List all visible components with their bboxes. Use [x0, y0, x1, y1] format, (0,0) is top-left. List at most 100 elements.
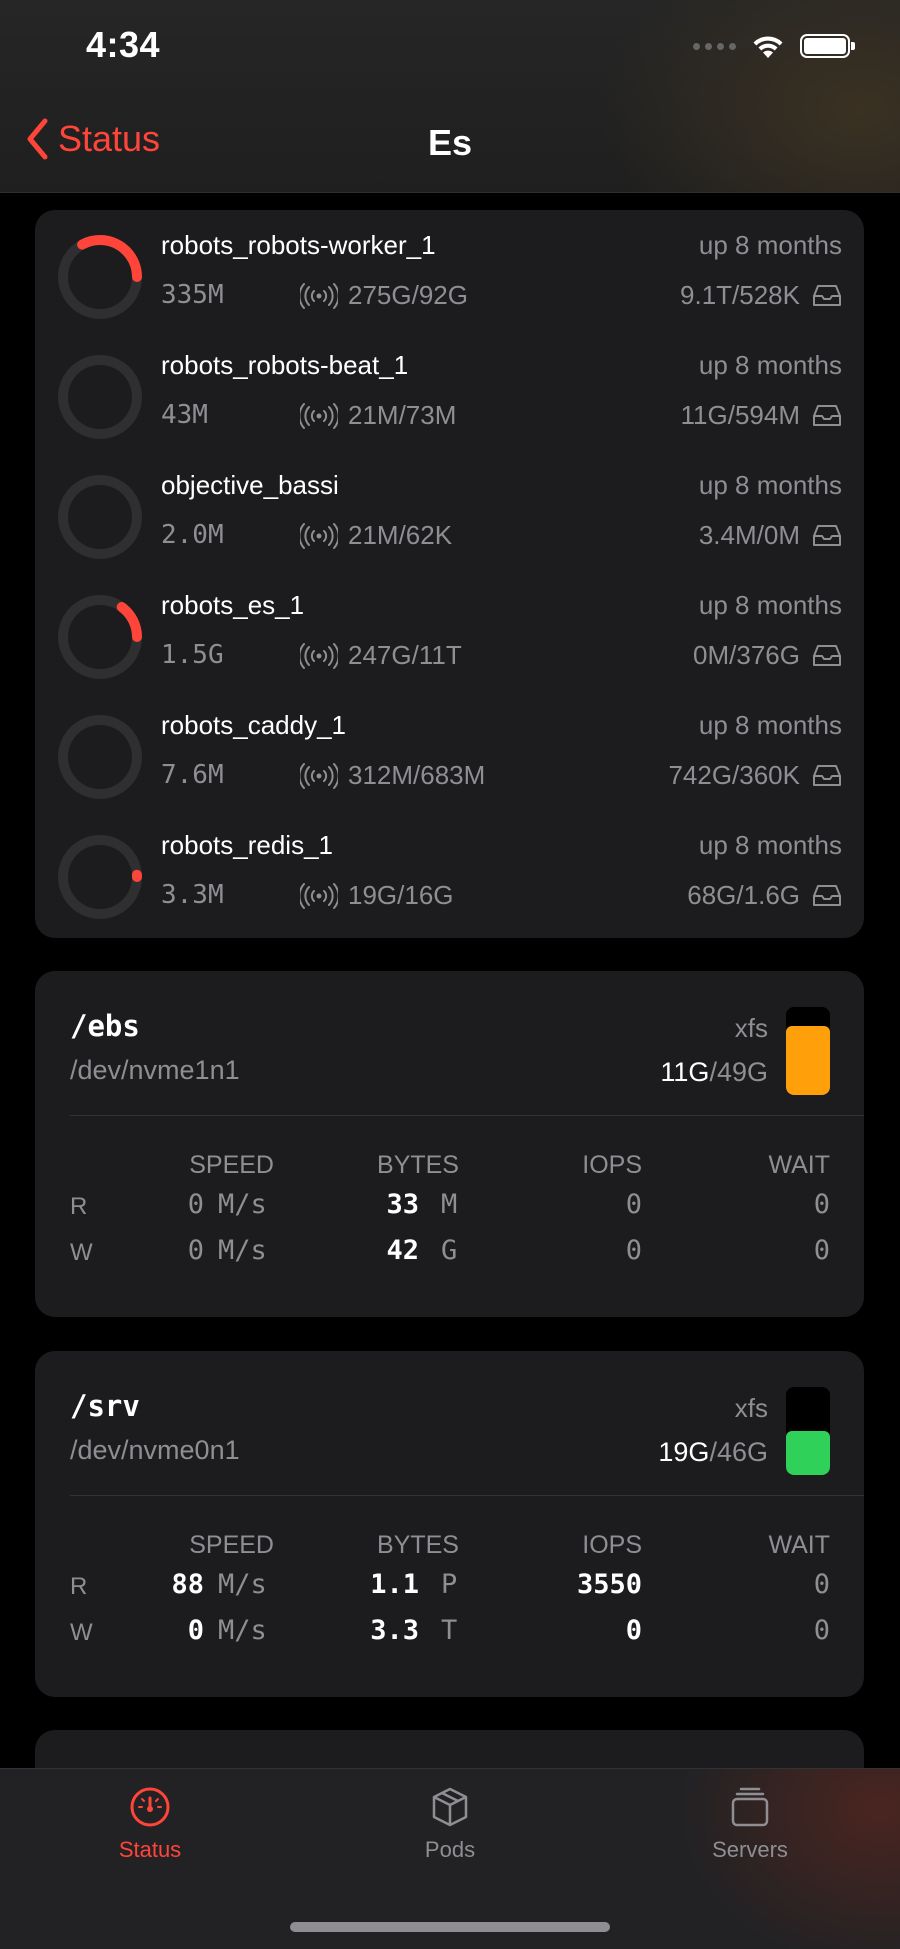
filesystem-type: xfs	[734, 1013, 768, 1043]
tab-label: Status	[118, 1837, 182, 1862]
container-memory: 43M	[161, 400, 208, 430]
wifi-icon	[753, 36, 783, 58]
container-uptime: up 8 months	[698, 710, 842, 740]
tray-icon	[813, 644, 841, 666]
container-name: robots_robots-beat_1	[161, 350, 409, 380]
container-io-value: 3.4M/0M	[698, 520, 800, 550]
container-memory: 3.3M	[161, 880, 224, 910]
container-uptime: up 8 months	[698, 350, 842, 380]
container-row[interactable]: robots_caddy_1 up 8 months 7.6M 312M/683M 74…	[35, 690, 864, 810]
container-memory: 2.0M	[161, 520, 224, 550]
container-network: 247G/11T	[300, 640, 462, 671]
disk-usage-fill	[786, 1431, 830, 1475]
speed-unit: M/s	[218, 1189, 267, 1220]
row-label: W	[70, 1619, 93, 1646]
container-io-value: 0M/376G	[693, 640, 800, 670]
antenna-icon	[300, 882, 338, 909]
header-speed: SPEED	[189, 1151, 274, 1179]
speed-unit: M/s	[218, 1569, 267, 1600]
speed-value: 88	[171, 1569, 204, 1600]
container-uptime: up 8 months	[698, 590, 842, 620]
device-path: /dev/nvme1n1	[70, 1055, 240, 1085]
bytes-unit: M	[441, 1189, 458, 1220]
disk-total: 49G	[716, 1057, 768, 1087]
container-network-value: 312M/683M	[348, 760, 486, 790]
header-wait: WAIT	[768, 1531, 830, 1559]
home-indicator	[290, 1922, 610, 1932]
container-disk-io: 11G/594M	[681, 400, 842, 431]
antenna-icon	[300, 522, 338, 549]
tab-pods[interactable]: Pods	[350, 1785, 550, 1863]
container-disk-io: 68G/1.6G	[687, 880, 842, 911]
disk-used: 19G	[658, 1437, 710, 1467]
row-label: R	[70, 1573, 88, 1600]
container-network-value: 247G/11T	[348, 640, 462, 670]
disk-usage-slash: /	[709, 1057, 717, 1087]
antenna-icon	[300, 762, 338, 789]
tray-icon	[813, 524, 841, 546]
row-label: R	[70, 1193, 88, 1220]
container-disk-io: 3.4M/0M	[699, 520, 842, 551]
container-network: 21M/73M	[300, 400, 456, 431]
header-speed: SPEED	[189, 1531, 274, 1559]
container-row[interactable]: robots_robots-beat_1 up 8 months 43M 21M/73…	[35, 330, 864, 450]
tab-label: Pods	[424, 1837, 476, 1862]
container-uptime: up 8 months	[698, 230, 842, 260]
cpu-ring-icon	[58, 235, 142, 319]
disk-usage-bar	[786, 1387, 830, 1475]
speed-value: 0	[187, 1189, 204, 1220]
tab-label: Servers	[712, 1837, 788, 1862]
container-memory: 1.5G	[161, 640, 224, 670]
container-row[interactable]: objective_bassi up 8 months 2.0M 21M/62K 3.4…	[35, 450, 864, 570]
container-name: objective_bassi	[161, 470, 339, 500]
divider	[70, 1495, 864, 1496]
container-io-value: 9.1T/528K	[680, 280, 800, 310]
cpu-ring-icon	[58, 475, 142, 559]
container-network-value: 19G/16G	[348, 880, 454, 910]
header-iops: IOPS	[582, 1151, 642, 1179]
cpu-ring-icon	[58, 835, 142, 919]
disk-usage-slash: /	[709, 1437, 717, 1467]
container-memory: 335M	[161, 280, 224, 310]
stack-icon	[731, 1787, 769, 1827]
header-iops: IOPS	[582, 1531, 642, 1559]
tray-icon	[813, 764, 841, 786]
antenna-icon	[300, 402, 338, 429]
disk-card[interactable]: /ebs/dev/nvme1n1 xfs 11G/49G SPEED BYTES IOPS…	[35, 971, 864, 1317]
container-network-value: 21M/62K	[348, 520, 453, 550]
disk-total: 46G	[716, 1437, 768, 1467]
wait-value: 0	[813, 1189, 830, 1220]
container-name: robots_redis_1	[161, 830, 333, 860]
gauge-icon	[130, 1787, 170, 1827]
status-time: 4:34	[86, 24, 161, 65]
container-uptime: up 8 months	[698, 470, 842, 500]
navigation-header: 4:34 Status Es	[0, 0, 900, 193]
container-network: 312M/683M	[300, 760, 485, 791]
tab-status[interactable]: Status	[50, 1785, 250, 1863]
mount-point: /srv	[70, 1389, 140, 1423]
tab-servers[interactable]: Servers	[650, 1785, 850, 1863]
wait-value: 0	[813, 1569, 830, 1600]
container-row[interactable]: robots_redis_1 up 8 months 3.3M 19G/16G 68G/…	[35, 810, 864, 930]
speed-value: 0	[187, 1615, 204, 1646]
signal-dots-icon	[693, 42, 736, 50]
disk-card[interactable]: /srv/dev/nvme0n1 xfs 19G/46G SPEED BYTES IOPS…	[35, 1351, 864, 1697]
device-path: /dev/nvme0n1	[70, 1435, 240, 1465]
container-disk-io: 742G/360K	[668, 760, 842, 791]
bytes-value: 33	[386, 1189, 419, 1220]
iops-value: 3550	[576, 1569, 642, 1600]
bytes-unit: T	[441, 1615, 458, 1646]
page-title: Es	[427, 122, 473, 163]
container-io-value: 68G/1.6G	[687, 880, 800, 910]
container-network-value: 275G/92G	[348, 280, 468, 310]
container-row[interactable]: robots_es_1 up 8 months 1.5G 247G/11T 0M/376…	[35, 570, 864, 690]
disk-usage-bar	[786, 1007, 830, 1095]
tray-icon	[813, 284, 841, 306]
disk-usage-fill	[786, 1026, 830, 1095]
bytes-unit: G	[441, 1235, 458, 1266]
container-row[interactable]: robots_robots-worker_1 up 8 months 335M 275…	[35, 210, 864, 330]
container-name: robots_caddy_1	[161, 710, 347, 740]
container-name: robots_robots-worker_1	[161, 230, 436, 260]
container-io-value: 742G/360K	[668, 760, 800, 790]
antenna-icon	[300, 282, 338, 309]
